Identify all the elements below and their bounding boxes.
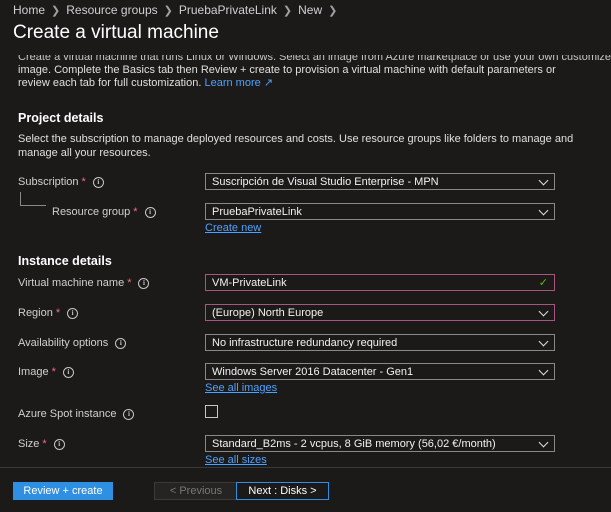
chevron-down-icon (538, 437, 549, 448)
size-select[interactable]: Standard_B2ms - 2 vcpus, 8 GiB memory (5… (205, 435, 555, 452)
chevron-down-icon (538, 365, 549, 376)
chevron-down-icon (538, 306, 549, 317)
see-all-images-link[interactable]: See all images (205, 382, 277, 394)
info-icon[interactable]: i (144, 206, 156, 218)
previous-button[interactable]: < Previous (154, 482, 238, 500)
region-label: Region * i (18, 307, 79, 319)
resource-group-label: Resource group * i (52, 206, 156, 218)
instance-details-heading: Instance details (18, 254, 112, 268)
vm-name-input[interactable]: VM-PrivateLink ✓ (205, 274, 555, 291)
info-icon[interactable]: i (53, 438, 65, 450)
breadcrumb-resource-group[interactable]: PruebaPrivateLink (179, 3, 277, 17)
breadcrumb: Home ❯ Resource groups ❯ PruebaPrivateLi… (13, 3, 343, 17)
chevron-right-icon: ❯ (328, 4, 338, 17)
basics-form: Create a virtual machine that runs Linux… (0, 55, 611, 465)
chevron-right-icon: ❯ (282, 4, 293, 17)
intro-clipped-line: Create a virtual machine that runs Linux… (18, 55, 611, 63)
subscription-label: Subscription * i (18, 176, 104, 188)
chevron-right-icon: ❯ (163, 4, 173, 17)
intro-text: Create a virtual machine that runs Linux… (18, 55, 611, 90)
info-icon[interactable]: i (67, 307, 79, 319)
tree-connector (20, 192, 46, 206)
region-select[interactable]: (Europe) North Europe (205, 304, 555, 321)
footer-bar: Review + create < Previous Next : Disks … (0, 467, 611, 512)
create-new-link[interactable]: Create new (205, 222, 261, 234)
review-create-button[interactable]: Review + create (13, 482, 113, 500)
chevron-down-icon (538, 175, 549, 186)
chevron-right-icon: ❯ (51, 4, 61, 17)
resource-group-select[interactable]: PruebaPrivateLink (205, 203, 555, 220)
info-icon[interactable]: i (138, 277, 150, 289)
checkmark-icon: ✓ (538, 277, 548, 289)
page-title: Create a virtual machine (13, 22, 219, 43)
spot-instance-label: Azure Spot instance i (18, 408, 135, 420)
chevron-down-icon (538, 205, 549, 216)
image-label: Image * i (18, 366, 74, 378)
info-icon[interactable]: i (62, 366, 74, 378)
learn-more-link[interactable]: Learn more ↗ (204, 77, 273, 89)
availability-select[interactable]: No infrastructure redundancy required (205, 334, 555, 351)
next-disks-button[interactable]: Next : Disks > (236, 482, 329, 500)
breadcrumb-home[interactable]: Home (13, 3, 45, 17)
spot-instance-checkbox[interactable] (205, 405, 218, 418)
intro-paragraph: image. Complete the Basics tab then Revi… (18, 64, 556, 89)
breadcrumb-new[interactable]: New (298, 3, 322, 17)
availability-label: Availability options i (18, 337, 127, 349)
breadcrumb-resource-groups[interactable]: Resource groups (66, 3, 157, 17)
see-all-sizes-link[interactable]: See all sizes (205, 454, 267, 465)
info-icon[interactable]: i (123, 408, 135, 420)
project-details-description: Select the subscription to manage deploy… (18, 133, 574, 159)
vm-name-label: Virtual machine name * i (18, 277, 150, 289)
subscription-select[interactable]: Suscripción de Visual Studio Enterprise … (205, 173, 555, 190)
info-icon[interactable]: i (92, 176, 104, 188)
project-details-heading: Project details (18, 111, 104, 125)
size-label: Size * i (18, 438, 65, 450)
image-select[interactable]: Windows Server 2016 Datacenter - Gen1 (205, 363, 555, 380)
chevron-down-icon (538, 336, 549, 347)
external-link-icon: ↗ (263, 77, 274, 89)
info-icon[interactable]: i (115, 337, 127, 349)
